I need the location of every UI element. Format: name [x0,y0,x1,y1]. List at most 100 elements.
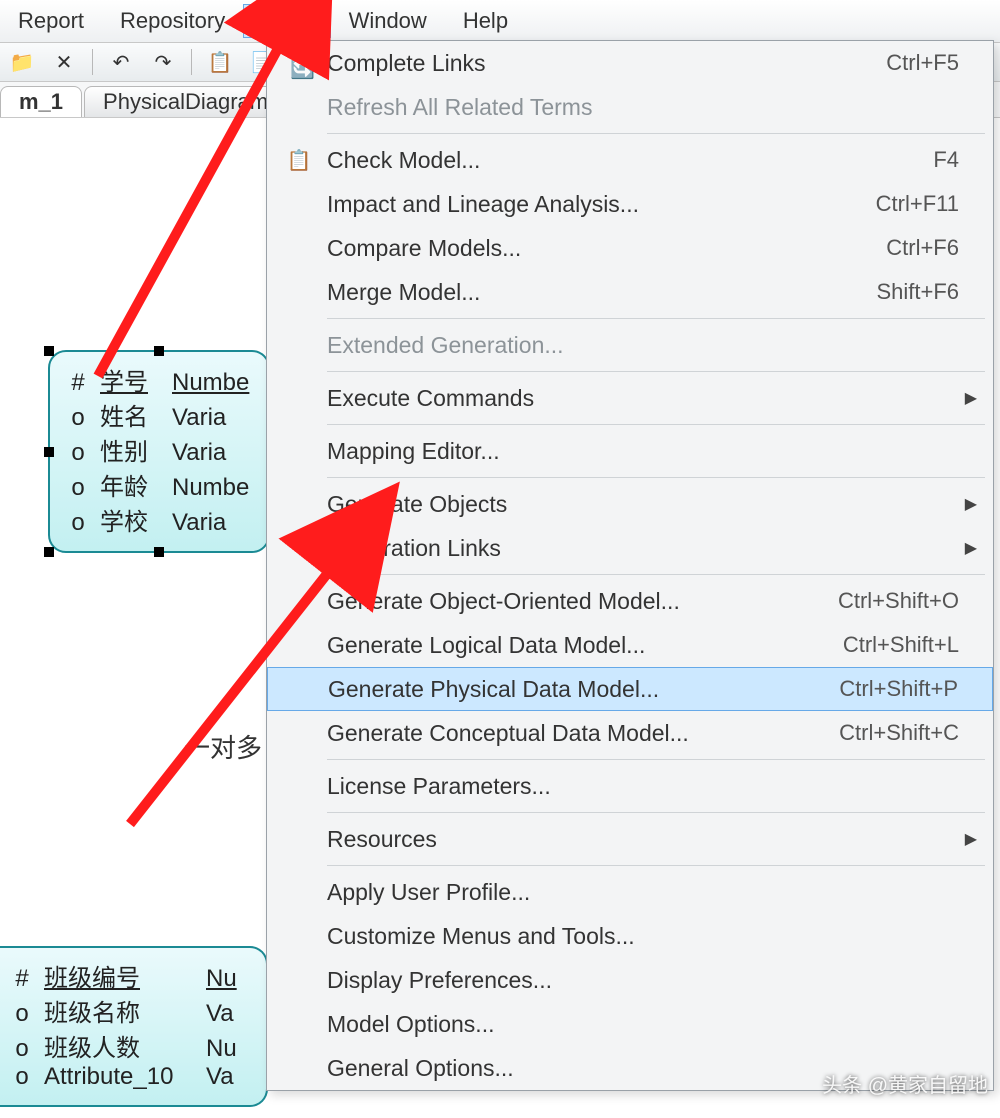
menu-shortcut: Ctrl+Shift+L [843,632,959,658]
attr-type: Varia [172,404,226,432]
menu-label: Mapping Editor... [327,438,959,465]
menu-label: Refresh All Related Terms [327,94,959,121]
menu-label: Generate Conceptual Data Model... [327,720,839,747]
toolbar-separator [191,49,192,75]
attr-type: Numbe [172,474,249,502]
refresh-icon[interactable]: 🔄 [290,56,315,81]
resize-handle[interactable] [44,547,54,557]
attribute-row[interactable]: o年龄Numbe [68,467,250,502]
attr-name: 班级人数 [44,1028,194,1063]
menu-separator [327,371,985,372]
attribute-row[interactable]: o班级名称Va [12,993,248,1028]
menu-label: Generate Object-Oriented Model... [327,588,838,615]
attribute-row[interactable]: #学号Numbe [68,362,250,397]
menu-separator [327,812,985,813]
menu-shortcut: Ctrl+Shift+P [839,676,958,702]
toolbar-folder-icon[interactable]: 📁 [8,49,36,75]
pk-marker: # [68,369,88,397]
menu-item[interactable]: Mapping Editor... [267,429,993,473]
attr-type: Varia [172,509,226,537]
menu-item[interactable]: Customize Menus and Tools... [267,914,993,958]
menu-separator [327,133,985,134]
menu-item[interactable]: Generate Object-Oriented Model...Ctrl+Sh… [267,579,993,623]
attr-type: Va [206,1000,234,1028]
toolbar-properties-icon[interactable]: 📋 [206,49,234,75]
menu-item[interactable]: Resources▶ [267,817,993,861]
attribute-row[interactable]: o性别Varia [68,432,250,467]
menu-tools[interactable]: Tools [243,4,330,38]
tab-physical-diagram[interactable]: PhysicalDiagram [84,86,287,117]
menu-item[interactable]: Merge Model...Shift+F6 [267,270,993,314]
menu-item[interactable]: Generate Objects▶ [267,482,993,526]
pk-marker: o [68,404,88,432]
attr-name: 学号 [100,362,160,397]
menu-item: Refresh All Related Terms [267,85,993,129]
check-icon: 📋 [271,148,327,173]
submenu-arrow-icon: ▶ [959,829,977,849]
menu-repository[interactable]: Repository [102,4,243,38]
entity-class[interactable]: #班级编号Nuo班级名称Vao班级人数NuoAttribute_10Va [0,946,268,1107]
attribute-row[interactable]: o姓名Varia [68,397,250,432]
menu-separator [327,865,985,866]
menu-label: Display Preferences... [327,967,959,994]
attr-type: Varia [172,439,226,467]
attr-type: Va [206,1063,234,1091]
attribute-row[interactable]: o学校Varia [68,502,250,537]
menu-item[interactable]: Generate Logical Data Model...Ctrl+Shift… [267,623,993,667]
menu-item: Extended Generation... [267,323,993,367]
resize-handle[interactable] [44,346,54,356]
attr-name: 班级编号 [44,958,194,993]
resize-handle[interactable] [154,346,164,356]
entity-student[interactable]: #学号Numbeo姓名Variao性别Variao年龄Numbeo学校Varia [48,350,270,553]
menu-window[interactable]: Window [331,4,445,38]
menu-item[interactable]: 📋Check Model...F4 [267,138,993,182]
attribute-row[interactable]: oAttribute_10Va [12,1063,248,1091]
menu-label: Model Options... [327,1011,959,1038]
menubar: Report Repository Tools Window Help [0,0,1000,43]
resize-handle[interactable] [154,547,164,557]
menu-item[interactable]: Impact and Lineage Analysis...Ctrl+F11 [267,182,993,226]
menu-shortcut: F4 [933,147,959,173]
menu-help[interactable]: Help [445,4,526,38]
menu-shortcut: Ctrl+Shift+O [838,588,959,614]
menu-label: License Parameters... [327,773,959,800]
attribute-row[interactable]: #班级编号Nu [12,958,248,993]
menu-shortcut: Ctrl+F5 [886,50,959,76]
menu-label: Complete Links [327,50,886,77]
menu-separator [327,477,985,478]
pk-marker: o [68,439,88,467]
attr-name: Attribute_10 [44,1063,194,1091]
menu-label: Generation Links [327,535,959,562]
menu-separator [327,424,985,425]
toolbar-undo-icon[interactable]: ↶ [107,49,135,75]
pk-marker: # [12,965,32,993]
menu-item[interactable]: Execute Commands▶ [267,376,993,420]
toolbar-delete-icon[interactable]: ✕ [50,49,78,75]
menu-item[interactable]: Generation Links▶ [267,526,993,570]
submenu-arrow-icon: ▶ [959,494,977,514]
menu-item[interactable]: License Parameters... [267,764,993,808]
menu-label: Resources [327,826,959,853]
menu-item[interactable]: Model Options... [267,1002,993,1046]
menu-shortcut: Ctrl+F11 [876,191,959,217]
menu-item[interactable]: Apply User Profile... [267,870,993,914]
attr-name: 年龄 [100,467,160,502]
menu-shortcut: Shift+F6 [876,279,959,305]
resize-handle[interactable] [44,447,54,457]
pk-marker: o [68,509,88,537]
menu-report[interactable]: Report [0,4,102,38]
menu-separator [327,759,985,760]
menu-item[interactable]: Complete LinksCtrl+F5 [267,41,993,85]
menu-item[interactable]: Compare Models...Ctrl+F6 [267,226,993,270]
submenu-arrow-icon: ▶ [959,538,977,558]
menu-item[interactable]: Display Preferences... [267,958,993,1002]
menu-shortcut: Ctrl+Shift+C [839,720,959,746]
menu-item[interactable]: Generate Physical Data Model...Ctrl+Shif… [267,667,993,711]
tab-m1[interactable]: m_1 [0,86,82,117]
tools-dropdown: Complete LinksCtrl+F5 Refresh All Related… [266,40,994,1091]
menu-item[interactable]: Generate Conceptual Data Model...Ctrl+Sh… [267,711,993,755]
pk-marker: o [12,1035,32,1063]
menu-label: Apply User Profile... [327,879,959,906]
toolbar-redo-icon[interactable]: ↷ [149,49,177,75]
attribute-row[interactable]: o班级人数Nu [12,1028,248,1063]
